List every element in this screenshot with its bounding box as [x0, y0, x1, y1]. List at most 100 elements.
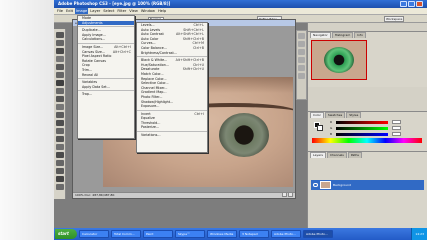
tool-icon[interactable] — [56, 88, 64, 94]
tool-icon[interactable] — [56, 136, 64, 142]
tool-icon[interactable] — [56, 32, 64, 38]
prev-arrow-icon[interactable] — [282, 192, 287, 197]
menu-item[interactable]: Calculations... — [78, 37, 134, 42]
tab-info[interactable]: Info — [354, 32, 366, 38]
menu-item-label: Auto Contrast — [141, 32, 164, 37]
menu-item-label: Apply Data Set... — [82, 84, 110, 89]
tool-icon[interactable] — [56, 64, 64, 70]
tool-icon[interactable] — [56, 104, 64, 110]
green-slider[interactable] — [336, 127, 388, 130]
next-arrow-icon[interactable] — [288, 192, 293, 197]
menu-help[interactable]: Help — [157, 8, 167, 14]
tool-icon[interactable] — [56, 160, 64, 166]
tool-presets-icon[interactable] — [298, 41, 305, 47]
menu-item-label: Adjustments — [82, 20, 103, 25]
clone-source-icon[interactable] — [298, 57, 305, 63]
status-text: 100% Doc: 487,8K/487,8K — [75, 193, 115, 197]
actions-icon[interactable] — [298, 73, 305, 79]
history-icon[interactable] — [298, 65, 305, 71]
menu-item-label: Shadow/Highlight... — [141, 99, 174, 104]
menu-item-label: Channel Mixer... — [141, 85, 168, 90]
tool-icon[interactable] — [56, 96, 64, 102]
menu-layer[interactable]: Layer — [89, 8, 101, 14]
tool-icon[interactable] — [56, 152, 64, 158]
taskbar-item[interactable]: Skype™ — [175, 230, 205, 238]
red-slider[interactable] — [336, 121, 388, 124]
taskbar-item[interactable]: Paint — [143, 230, 173, 238]
menu-item[interactable]: Brightness/Contrast... — [137, 51, 207, 56]
menu-edit[interactable]: Edit — [65, 8, 74, 14]
tool-icon[interactable] — [56, 112, 64, 118]
red-value-field[interactable] — [392, 120, 401, 124]
tool-icon[interactable] — [56, 184, 64, 190]
menu-file[interactable]: File — [56, 8, 64, 14]
tab-navigator[interactable]: Navigator — [310, 32, 331, 38]
tool-icon[interactable] — [56, 56, 64, 62]
layer-comps-icon[interactable] — [298, 49, 305, 55]
menu-item[interactable]: Adjustments — [78, 20, 134, 26]
taskbar-item[interactable]: Windows Media — [207, 230, 237, 238]
color-spectrum-bar[interactable] — [312, 138, 422, 143]
menu-item-label: Auto Color — [141, 36, 159, 41]
tool-icon[interactable] — [56, 120, 64, 126]
menu-item[interactable]: Exposure... — [137, 104, 207, 109]
tool-icon[interactable] — [56, 40, 64, 46]
menu-item-label: Auto Levels — [141, 27, 161, 32]
tool-icon[interactable] — [56, 144, 64, 150]
tool-icon[interactable] — [56, 48, 64, 54]
menu-item-label: Photo Filter... — [141, 94, 163, 99]
menu-item-label: Desaturate — [141, 67, 160, 72]
layer-row[interactable]: Background — [311, 180, 424, 190]
menu-item-label: Calculations... — [82, 37, 106, 42]
blue-slider[interactable] — [336, 133, 388, 136]
navigator-thumbnail[interactable] — [311, 40, 367, 80]
menu-window[interactable]: Window — [140, 8, 156, 14]
system-tray: 14:23 — [411, 228, 427, 240]
navigator-panel: Navigator Histogram Info — [308, 31, 427, 87]
tool-icon[interactable] — [56, 80, 64, 86]
menu-item-label: Hue/Saturation... — [141, 62, 170, 67]
taskbar-item[interactable]: Calculator — [79, 230, 109, 238]
eye-visibility-icon[interactable] — [313, 183, 318, 187]
tab-paths[interactable]: Paths — [347, 152, 362, 158]
menu-item[interactable]: Variations... — [137, 133, 207, 138]
menu-item-label: Crop — [82, 63, 90, 68]
menu-item-label: Image Size... — [82, 44, 104, 49]
tool-icon[interactable] — [56, 72, 64, 78]
tab-styles[interactable]: Styles — [346, 112, 362, 118]
green-value-field[interactable] — [392, 126, 401, 130]
menu-filter[interactable]: Filter — [116, 8, 127, 14]
brushes-icon[interactable] — [298, 33, 305, 39]
menu-item[interactable]: Apply Data Set... — [78, 85, 134, 90]
menu-view[interactable]: View — [128, 8, 139, 14]
minimize-button[interactable] — [400, 1, 407, 7]
close-button[interactable] — [416, 1, 423, 7]
menu-item[interactable]: Trap... — [78, 92, 134, 97]
menu-image[interactable]: Image — [74, 8, 89, 14]
menu-item[interactable]: Posterize... — [137, 125, 207, 130]
menu-item[interactable]: Reveal All — [78, 73, 134, 78]
menu-select[interactable]: Select — [102, 8, 115, 14]
clock: 14:23 — [415, 232, 424, 236]
tab-histogram[interactable]: Histogram — [331, 32, 354, 38]
menu-item-label: Match Color... — [141, 71, 164, 76]
tab-swatches[interactable]: Swatches — [324, 112, 346, 118]
tool-icon[interactable] — [56, 176, 64, 182]
start-button[interactable]: start — [55, 229, 77, 239]
background-color-swatch[interactable] — [317, 125, 323, 131]
tab-layers[interactable]: Layers — [310, 152, 326, 158]
taskbar-item[interactable]: Adobe Photo... — [303, 230, 333, 238]
menu-item-label: Levels... — [141, 23, 155, 27]
taskbar-item[interactable]: Total Comm... — [111, 230, 141, 238]
tool-icon[interactable] — [56, 128, 64, 134]
taskbar-item[interactable]: 3 Notepad — [239, 230, 269, 238]
maximize-button[interactable] — [408, 1, 415, 7]
panel-icon-strip — [296, 30, 307, 100]
tab-channels[interactable]: Channels — [326, 152, 347, 158]
tab-color[interactable]: Color — [310, 112, 324, 118]
blue-value-field[interactable] — [392, 132, 401, 136]
taskbar-item[interactable]: Adobe Photo... — [271, 230, 301, 238]
tool-icon[interactable] — [56, 168, 64, 174]
workspace-button[interactable]: Workspace — [384, 16, 405, 22]
desktop-screen: Adobe Photoshop CS3 - [eye.jpg @ 100% (R… — [0, 0, 427, 240]
